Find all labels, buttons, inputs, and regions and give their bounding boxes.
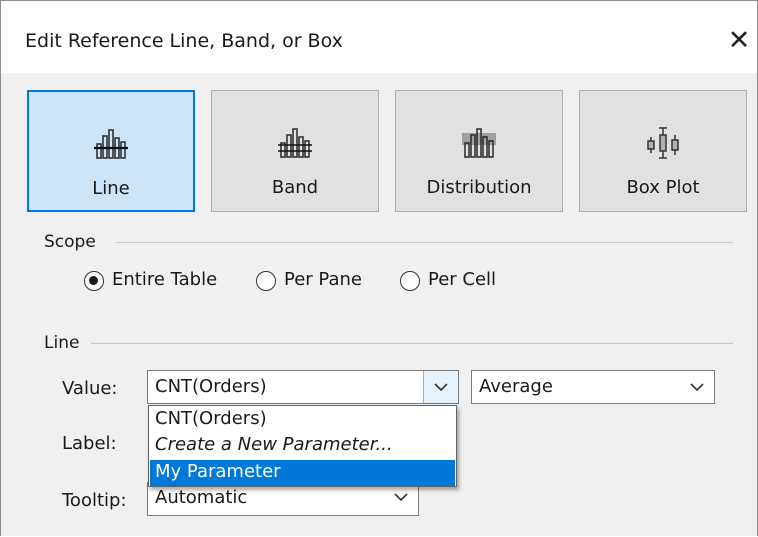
radio-label: Per Cell xyxy=(428,269,497,290)
band-type-label: Band xyxy=(271,177,319,198)
distribution-type-button[interactable]: Distribution xyxy=(395,90,563,212)
tooltip-field-label: Tooltip: xyxy=(62,490,127,511)
title-bar: Edit Reference Line, Band, or Box ✕ xyxy=(1,1,757,73)
option-label: CNT(Orders) xyxy=(155,408,267,429)
label-field-label: Label: xyxy=(62,433,117,454)
tooltip-selected-text: Automatic xyxy=(155,487,248,508)
option-label: My Parameter xyxy=(155,461,281,482)
radio-circle xyxy=(256,271,276,291)
line-divider xyxy=(91,343,733,344)
aggregation-selected-text: Average xyxy=(479,376,553,397)
dropdown-option-cnt-orders[interactable]: CNT(Orders) xyxy=(150,407,455,433)
box-plot-type-button[interactable]: Box Plot xyxy=(579,90,747,212)
dropdown-option-my-parameter[interactable]: My Parameter xyxy=(150,460,455,486)
distribution-icon xyxy=(462,128,496,158)
scope-section-label: Scope xyxy=(44,232,96,252)
reference-line-icon xyxy=(94,129,128,159)
close-icon[interactable]: ✕ xyxy=(721,23,757,59)
radio-circle xyxy=(84,271,104,291)
line-section-label: Line xyxy=(44,333,80,353)
radio-label: Entire Table xyxy=(112,269,218,290)
aggregation-combobox[interactable]: Average xyxy=(471,370,715,404)
scope-divider xyxy=(116,242,733,243)
dropdown-option-create-parameter[interactable]: Create a New Parameter... xyxy=(150,433,455,459)
radio-selected-dot xyxy=(89,276,98,285)
chevron-down-icon[interactable] xyxy=(384,483,418,515)
box-plot-type-label: Box Plot xyxy=(626,177,700,198)
chevron-down-icon[interactable] xyxy=(423,371,458,403)
radio-label: Per Pane xyxy=(284,269,362,290)
band-type-button[interactable]: Band xyxy=(211,90,379,212)
reference-band-icon xyxy=(278,128,312,158)
chevron-down-icon[interactable] xyxy=(680,371,714,403)
line-type-button[interactable]: Line xyxy=(27,90,195,212)
dialog-title: Edit Reference Line, Band, or Box xyxy=(25,30,343,52)
value-combobox[interactable]: CNT(Orders) xyxy=(147,370,459,404)
distribution-type-label: Distribution xyxy=(426,177,532,198)
line-type-label: Line xyxy=(92,178,130,199)
box-plot-icon xyxy=(647,127,679,159)
tooltip-combobox[interactable]: Automatic xyxy=(147,482,419,516)
value-dropdown-list: CNT(Orders) Create a New Parameter... My… xyxy=(148,405,457,487)
edit-reference-line-dialog: Edit Reference Line, Band, or Box ✕ Line… xyxy=(0,0,758,536)
value-label: Value: xyxy=(62,378,118,399)
radio-circle xyxy=(400,271,420,291)
option-label: Create a New Parameter... xyxy=(155,434,393,455)
value-selected-text: CNT(Orders) xyxy=(155,376,267,397)
